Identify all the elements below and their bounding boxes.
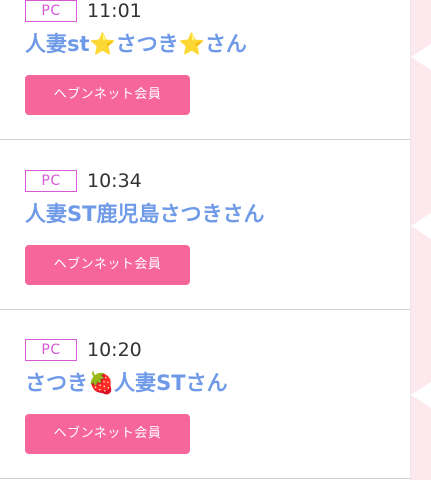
- visit-time: 10:34: [87, 170, 142, 192]
- member-badge[interactable]: ヘブンネット会員: [25, 245, 190, 285]
- notch-arrow-icon: [411, 382, 431, 408]
- visit-time: 11:01: [87, 0, 142, 22]
- platform-badge: PC: [25, 0, 77, 22]
- visitor-name[interactable]: さつき🍓人妻STさん: [25, 368, 228, 398]
- platform-badge: PC: [25, 170, 77, 192]
- visitor-list: PC 11:01 人妻st⭐さつき⭐さん ヘブンネット会員 PC 10:34 人…: [0, 0, 410, 480]
- member-badge[interactable]: ヘブンネット会員: [25, 414, 190, 454]
- visit-meta: PC 10:20: [25, 339, 142, 361]
- side-panel-edge[interactable]: [410, 0, 431, 480]
- platform-badge: PC: [25, 339, 77, 361]
- visit-meta: PC 11:01: [25, 0, 142, 22]
- visitor-list-item[interactable]: PC 10:34 人妻ST鹿児島さつきさん ヘブンネット会員: [0, 141, 410, 310]
- divider: [0, 139, 410, 140]
- member-badge[interactable]: ヘブンネット会員: [25, 75, 190, 115]
- visit-meta: PC 10:34: [25, 170, 142, 192]
- divider: [0, 478, 410, 479]
- notch-arrow-icon: [411, 44, 431, 70]
- visitor-name[interactable]: 人妻ST鹿児島さつきさん: [25, 199, 264, 229]
- visitor-list-item[interactable]: PC 11:01 人妻st⭐さつき⭐さん ヘブンネット会員: [0, 0, 410, 140]
- visit-time: 10:20: [87, 339, 142, 361]
- visitor-list-item[interactable]: PC 10:20 さつき🍓人妻STさん ヘブンネット会員: [0, 310, 410, 479]
- visitor-name[interactable]: 人妻st⭐さつき⭐さん: [25, 29, 247, 59]
- visitor-history-screen: PC 11:01 人妻st⭐さつき⭐さん ヘブンネット会員 PC 10:34 人…: [0, 0, 431, 480]
- notch-arrow-icon: [411, 213, 431, 239]
